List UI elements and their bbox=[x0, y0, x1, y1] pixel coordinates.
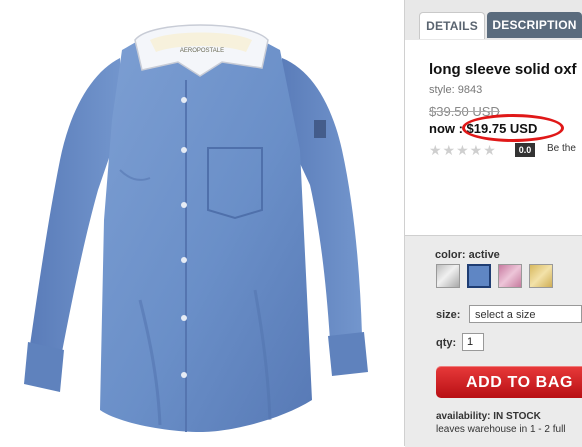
qty-input[interactable]: 1 bbox=[462, 333, 484, 351]
rating-score-badge: 0.0 bbox=[515, 143, 535, 157]
product-title: long sleeve solid oxf bbox=[429, 61, 577, 78]
collar-tag-text: AEROPOSTALE bbox=[180, 48, 224, 54]
shirt-illustration: AEROPOSTALE bbox=[24, 24, 368, 432]
size-label: size: bbox=[436, 309, 461, 321]
tab-description[interactable]: DESCRIPTION bbox=[487, 12, 582, 38]
size-select[interactable]: select a size bbox=[469, 305, 582, 323]
swatch-blue-selected[interactable] bbox=[467, 264, 491, 288]
swatch-gold[interactable] bbox=[529, 264, 553, 288]
color-label: color: active bbox=[435, 249, 500, 261]
swatch-pink[interactable] bbox=[498, 264, 522, 288]
add-to-bag-button[interactable]: ADD TO BAG bbox=[436, 366, 582, 398]
swatch-silver[interactable] bbox=[436, 264, 460, 288]
qty-label: qty: bbox=[436, 337, 457, 349]
price-highlight-circle bbox=[462, 114, 564, 142]
sale-price-label: now : bbox=[429, 121, 467, 136]
product-style-number: style: 9843 bbox=[429, 84, 483, 96]
rating-stars[interactable]: ★★★★★ bbox=[429, 142, 497, 159]
product-image[interactable]: AEROPOSTALE bbox=[0, 0, 406, 446]
shipping-info: leaves warehouse in 1 - 2 full bbox=[436, 424, 566, 435]
tab-details[interactable]: DETAILS bbox=[419, 12, 485, 39]
first-review-link[interactable]: Be the bbox=[547, 143, 576, 154]
availability-status: availability: IN STOCK bbox=[436, 411, 541, 422]
